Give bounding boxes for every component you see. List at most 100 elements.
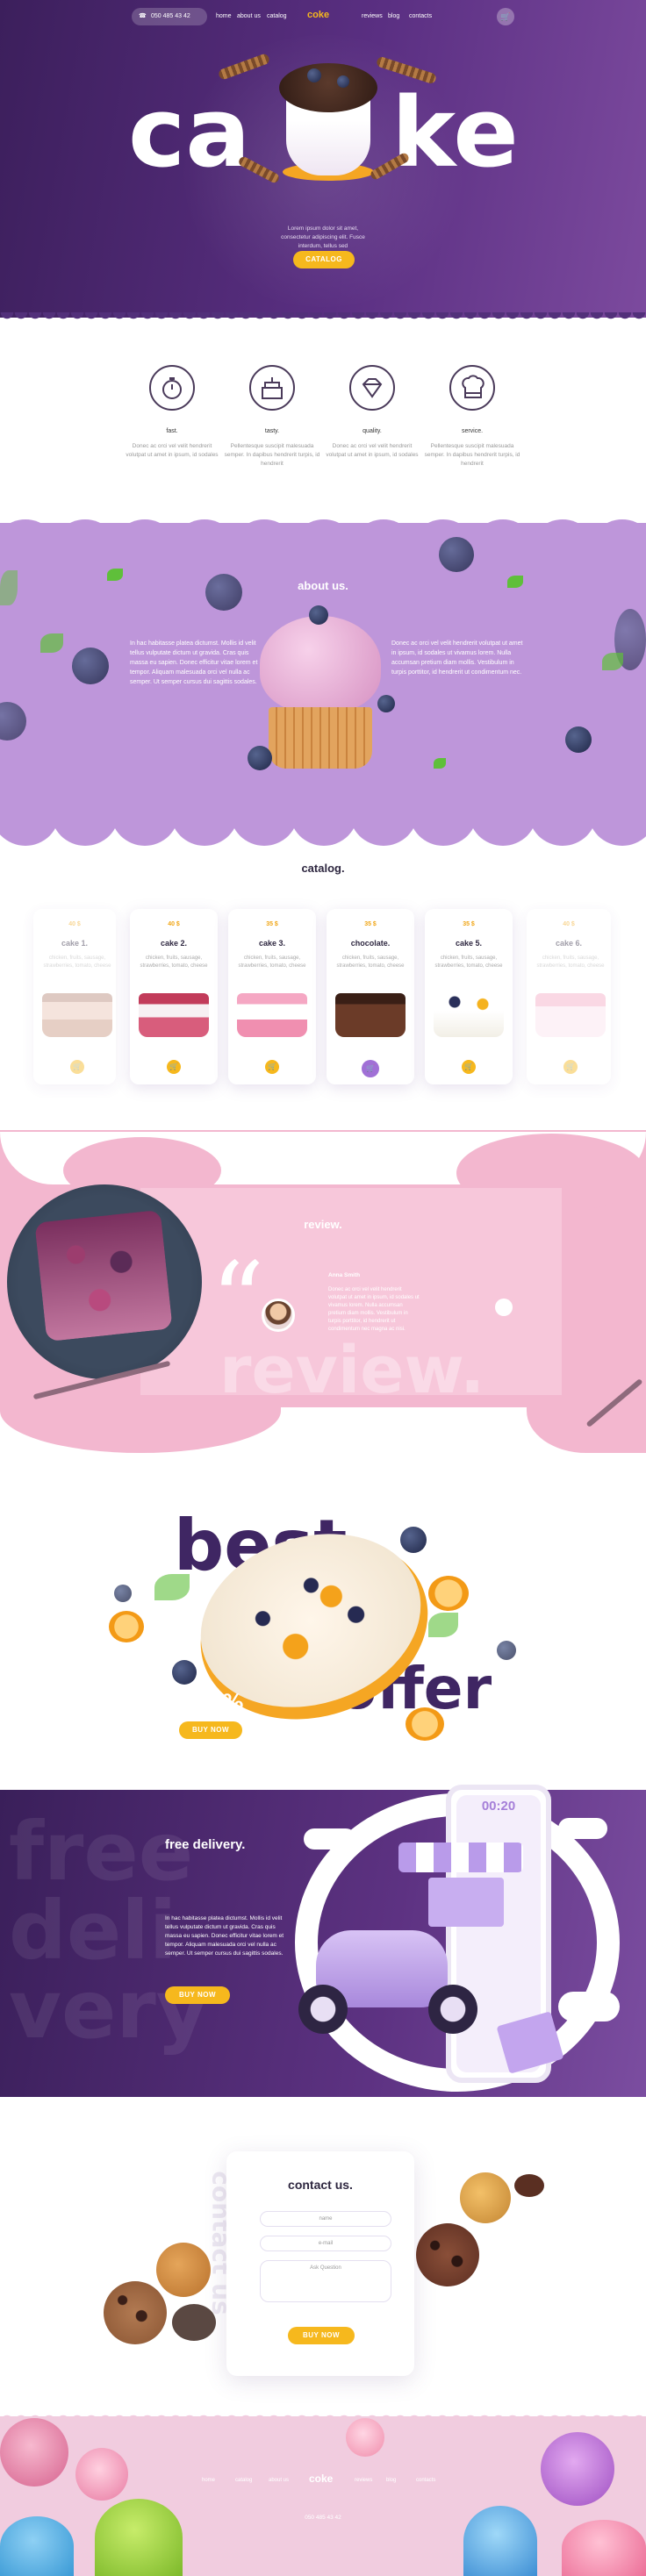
add-to-cart-button[interactable]: 🛒: [70, 1060, 84, 1074]
cookie: [104, 2281, 167, 2344]
blueberry: [439, 537, 474, 572]
cart-icon[interactable]: 🛒: [497, 8, 514, 25]
delivery-buy-button[interactable]: buy now: [165, 1986, 230, 2004]
footer-nav-catalog[interactable]: catalog: [235, 2478, 252, 2483]
footer-phone[interactable]: 050 485 43 42: [297, 2515, 349, 2521]
about-scallop: [230, 777, 298, 846]
nav-home[interactable]: home: [216, 13, 232, 19]
feature-title: service.: [461, 428, 484, 434]
hero-text: Lorem ipsum dolor sit amet, consectetur …: [281, 225, 365, 249]
cloud: [558, 1992, 620, 2021]
add-to-cart-button[interactable]: 🛒: [563, 1060, 578, 1074]
orange-slice: [109, 1611, 144, 1642]
about-text-left: In hac habitasse platea dictumst. Mollis…: [130, 640, 258, 685]
blueberry: [114, 1585, 132, 1602]
delivery-text: In hac habitasse platea dictumst. Mollis…: [165, 1915, 284, 1957]
nav-catalog[interactable]: catalog: [267, 13, 287, 19]
product-image: [535, 993, 606, 1037]
catalog-button[interactable]: catalog: [293, 251, 355, 268]
product-card[interactable]: 35 $ cake 5. chicken, fruits, sausage, s…: [425, 909, 513, 1084]
add-to-cart-button[interactable]: 🛒: [362, 1060, 379, 1077]
product-name: cake 3.: [258, 939, 286, 948]
cupcake: [95, 2499, 183, 2576]
cupcake: [75, 2448, 128, 2501]
about-text-right: Donec ac orci vel velit hendrerit volutp…: [391, 640, 523, 676]
question-textarea[interactable]: Ask Question: [260, 2260, 391, 2302]
footer-nav-contacts[interactable]: contacts: [416, 2478, 435, 2483]
add-to-cart-button[interactable]: 🛒: [462, 1060, 476, 1074]
review-author: Anna Smith: [328, 1272, 361, 1278]
feature-text: Donec ac orci vel velit hendrerit volutp…: [326, 443, 419, 458]
blueberry: [172, 1660, 197, 1685]
add-to-cart-button[interactable]: 🛒: [167, 1060, 181, 1074]
hero-blueberry: [307, 68, 321, 82]
blueberry: [309, 605, 328, 625]
cupcake-frosting: [260, 616, 381, 712]
cookie: [156, 2243, 211, 2297]
product-card[interactable]: 40 $ cake 1. chicken, fruits, sausage, s…: [33, 909, 116, 1084]
about-scallop: [409, 777, 477, 846]
footer-nav-about[interactable]: about us: [269, 2478, 289, 2483]
about-scallop: [230, 519, 298, 588]
product-image: [335, 993, 406, 1037]
contact-submit-button[interactable]: buy now: [288, 2327, 355, 2344]
footer-nav-home[interactable]: home: [202, 2478, 215, 2483]
logo[interactable]: coke: [307, 10, 329, 20]
cupcake: [346, 2418, 384, 2457]
quote-icon: “: [211, 1241, 265, 1363]
blueberry: [248, 746, 272, 770]
chef-hat-icon: [449, 365, 495, 411]
product-name: cake 1.: [61, 939, 89, 948]
cloud: [304, 1828, 356, 1850]
email-input[interactable]: e-mail: [260, 2236, 391, 2251]
product-desc: chicken, fruits, sausage, strawberries, …: [434, 955, 503, 969]
cookie: [416, 2223, 479, 2286]
blueberry: [565, 726, 592, 753]
cookie: [514, 2174, 544, 2197]
product-name: cake 5.: [455, 939, 483, 948]
product-desc: chicken, fruits, sausage, strawberries, …: [140, 955, 208, 969]
cupcake: [463, 2506, 537, 2576]
about-scallop: [469, 519, 537, 588]
product-price: 35 $: [266, 921, 278, 927]
product-card[interactable]: 40 $ cake 2. chicken, fruits, sausage, s…: [130, 909, 218, 1084]
add-to-cart-button[interactable]: 🛒: [265, 1060, 279, 1074]
name-input[interactable]: name: [260, 2211, 391, 2227]
about-scallop: [588, 777, 646, 846]
footer-nav-reviews[interactable]: reviews: [355, 2478, 372, 2483]
cupcake: [541, 2432, 614, 2506]
mint-leaf: [507, 576, 523, 588]
cupcake-liner: [269, 707, 372, 769]
nav-contacts[interactable]: contacts: [409, 13, 432, 19]
blueberry: [400, 1527, 427, 1553]
product-image: [434, 993, 504, 1037]
product-card[interactable]: 35 $ chocolate. chicken, fruits, sausage…: [327, 909, 414, 1084]
product-card[interactable]: 40 $ cake 6. chicken, fruits, sausage, s…: [527, 909, 611, 1084]
about-scallop: [51, 777, 119, 846]
birthday-cake-icon: [249, 365, 295, 411]
cupcake: [0, 2418, 68, 2487]
blueberry: [205, 574, 242, 611]
mint-leaf: [0, 570, 18, 605]
product-image: [139, 993, 209, 1037]
feature-title: tasty.: [264, 428, 280, 434]
product-card[interactable]: 35 $ cake 3. chicken, fruits, sausage, s…: [228, 909, 316, 1084]
phone-pill[interactable]: ☎ 050 485 43 42: [132, 8, 207, 25]
scooter-wheel: [298, 1985, 348, 2034]
discount-label: -50%: [184, 1690, 244, 1714]
nav-reviews[interactable]: reviews: [362, 13, 383, 19]
avatar: [262, 1299, 295, 1332]
mint-leaf: [428, 1613, 458, 1637]
nav-blog[interactable]: blog: [388, 13, 399, 19]
offer-buy-button[interactable]: buy now: [179, 1721, 242, 1739]
footer-logo[interactable]: coke: [309, 2472, 333, 2485]
delivery-bg-word: free: [9, 1805, 194, 1899]
nav-about[interactable]: about us: [237, 13, 261, 19]
cloud: [558, 1818, 607, 1839]
footer-nav-blog[interactable]: blog: [386, 2478, 396, 2483]
slider-next-button[interactable]: [495, 1299, 513, 1316]
orange-slice: [428, 1576, 469, 1611]
about-title: about us.: [298, 579, 348, 592]
cookie: [460, 2172, 511, 2223]
review-text: Donec ac orci vel velit hendrerit volutp…: [328, 1287, 420, 1332]
